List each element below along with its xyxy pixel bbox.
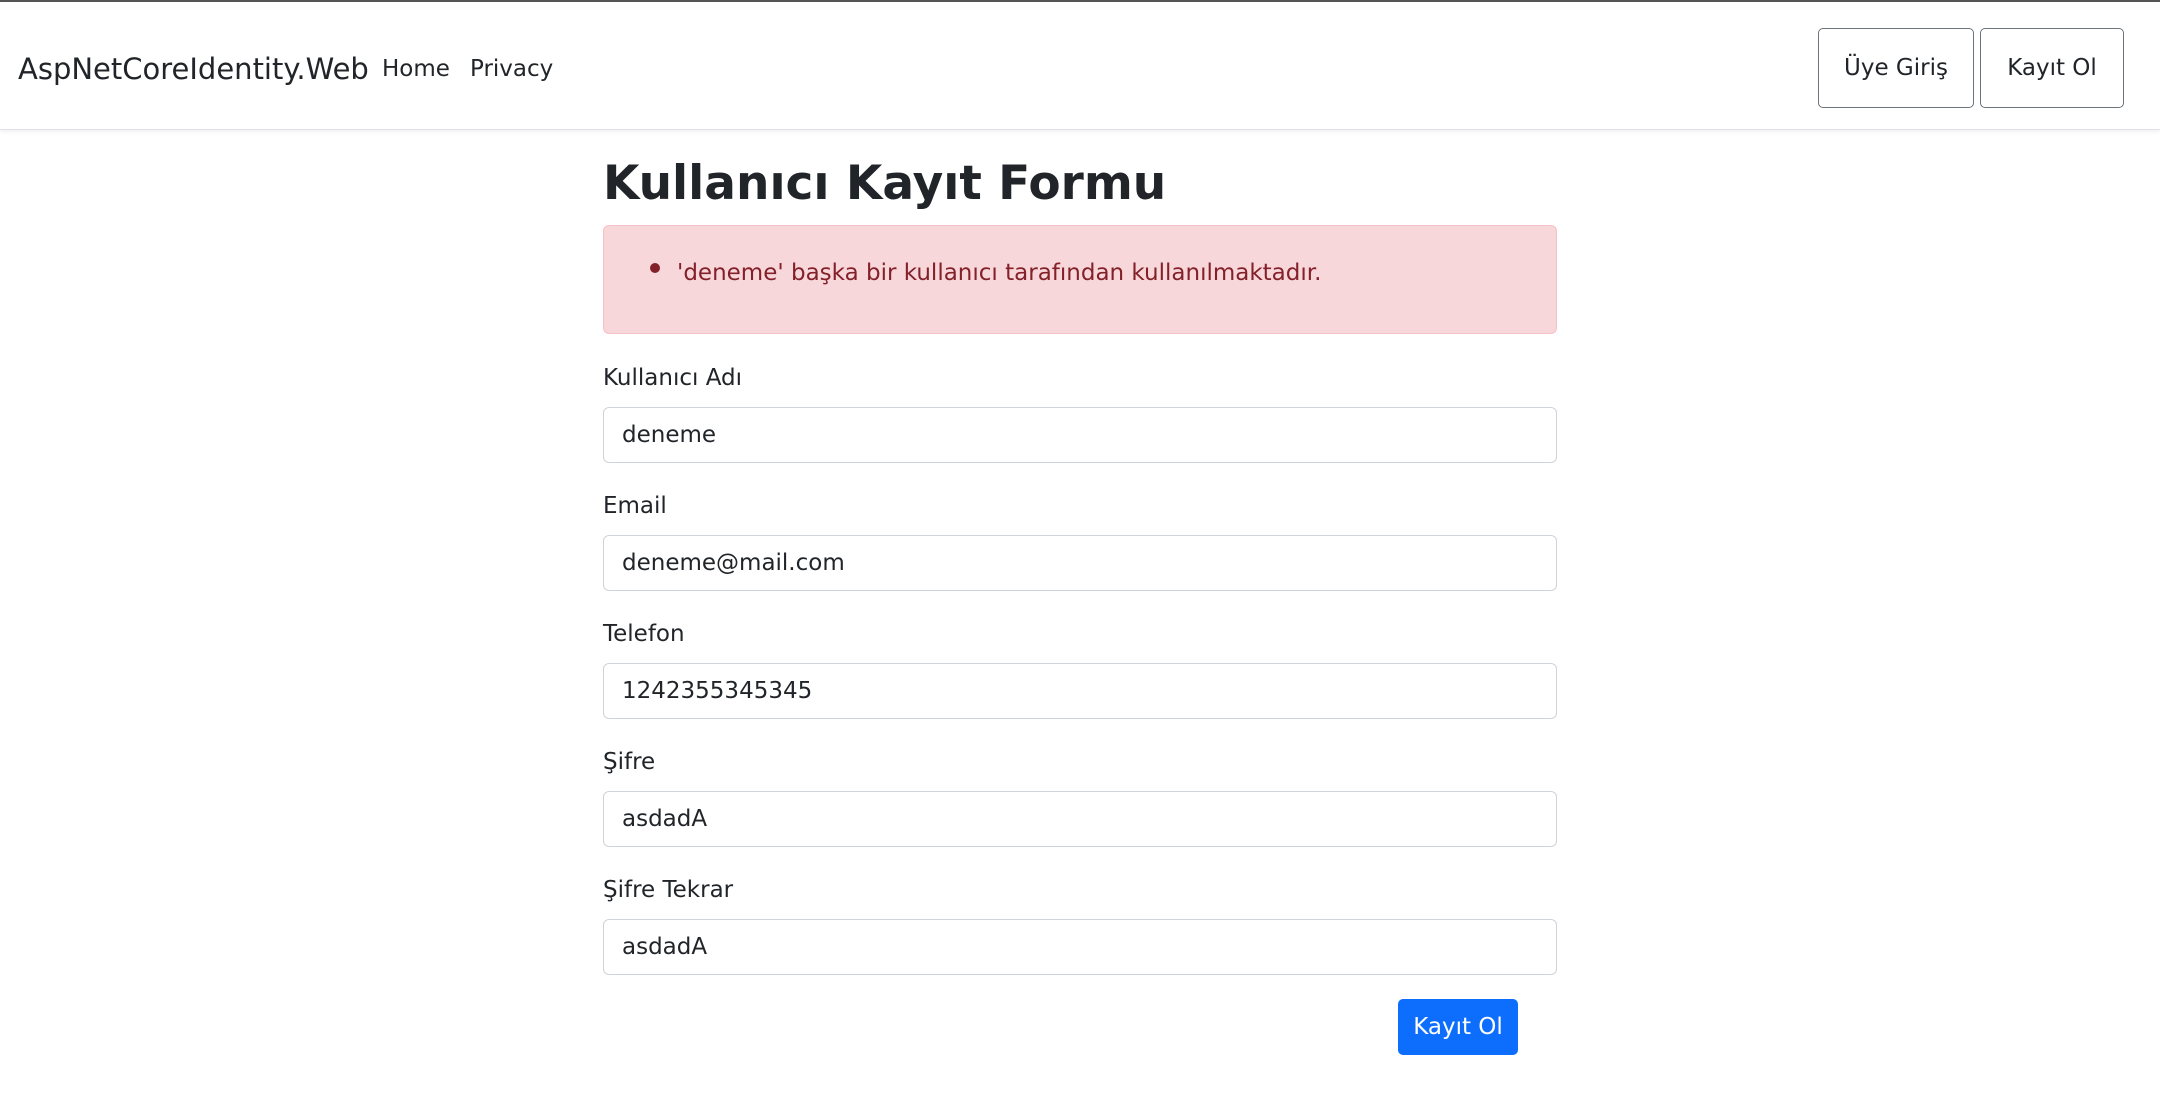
username-input[interactable] (603, 407, 1557, 463)
top-navbar: AspNetCoreIdentity.Web Home Privacy Üye … (0, 0, 2160, 130)
phone-input[interactable] (603, 663, 1557, 719)
validation-error-alert: 'deneme' başka bir kullanıcı tarafından … (603, 225, 1557, 334)
error-message: 'deneme' başka bir kullanıcı tarafından … (677, 260, 1322, 286)
login-button[interactable]: Üye Giriş (1818, 28, 1974, 108)
email-input[interactable] (603, 535, 1557, 591)
password-confirm-input[interactable] (603, 919, 1557, 975)
nav-link-home[interactable]: Home (382, 53, 450, 85)
password-input[interactable] (603, 791, 1557, 847)
navbar-brand[interactable]: AspNetCoreIdentity.Web (18, 49, 369, 89)
password-label: Şifre (603, 749, 656, 775)
submit-register-button[interactable]: Kayıt Ol (1398, 999, 1518, 1055)
nav-link-privacy[interactable]: Privacy (470, 53, 553, 85)
username-label: Kullanıcı Adı (603, 365, 743, 391)
register-nav-button[interactable]: Kayıt Ol (1980, 28, 2124, 108)
email-label: Email (603, 493, 667, 519)
page-title: Kullanıcı Kayıt Formu (603, 156, 1167, 211)
bullet-icon (650, 263, 660, 273)
password-confirm-label: Şifre Tekrar (603, 877, 734, 903)
phone-label: Telefon (603, 621, 685, 647)
